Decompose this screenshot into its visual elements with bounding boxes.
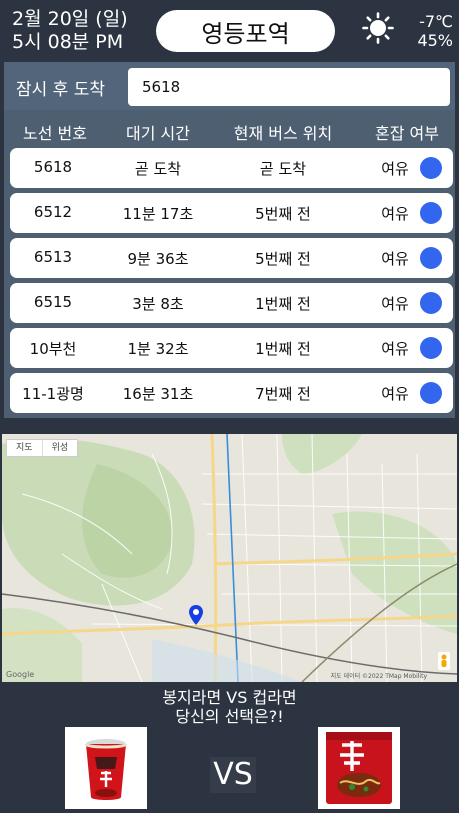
datetime: 2월 20일 (일) 5시 08분 PM xyxy=(12,8,128,54)
crowd-indicator-icon xyxy=(420,247,442,269)
bus-row[interactable]: 6513 9분 36초 5번째 전 여유 xyxy=(10,238,453,278)
location-pin-icon[interactable] xyxy=(189,605,203,625)
crowd-status: 여유 xyxy=(381,340,409,358)
crowd-indicator-icon xyxy=(420,157,442,179)
humidity: 45% xyxy=(417,31,453,50)
cup-noodle-icon xyxy=(65,727,147,809)
cup-ramen-image[interactable] xyxy=(65,727,147,809)
crowd-indicator-icon xyxy=(420,292,442,314)
temperature: -7℃ xyxy=(419,12,453,31)
ramen-package-icon xyxy=(318,727,400,809)
weather: -7℃ 45% xyxy=(417,12,453,50)
crowd-indicator-icon xyxy=(420,337,442,359)
bus-panel: 잠시 후 도착 5618 노선 번호 대기 시간 현재 버스 위치 혼잡 여부 … xyxy=(4,62,455,418)
column-headers: 노선 번호 대기 시간 현재 버스 위치 혼잡 여부 xyxy=(4,118,455,146)
wait-time: 11분 17초 xyxy=(122,205,194,223)
bus-row[interactable]: 6512 11분 17초 5번째 전 여유 xyxy=(10,193,453,233)
route-number: 5618 xyxy=(33,158,73,176)
column-header-route: 노선 번호 xyxy=(23,124,87,143)
map-tab-satellite[interactable]: 위성 xyxy=(41,440,78,456)
arrival-row: 잠시 후 도착 5618 xyxy=(4,62,455,110)
vs-label: VS xyxy=(210,757,256,793)
bus-location: 1번째 전 xyxy=(255,295,311,313)
map-tab-map[interactable]: 지도 xyxy=(7,440,42,456)
map-view[interactable]: 지도 위성 Google 지도 데이터 ©2022 TMap Mobility xyxy=(2,434,457,682)
column-header-wait: 대기 시간 xyxy=(126,124,190,143)
bus-location: 5번째 전 xyxy=(255,250,311,268)
crowd-status: 여유 xyxy=(381,205,409,223)
promo-line-2: 당신의 선택은?! xyxy=(175,707,284,726)
wait-time: 16분 31초 xyxy=(122,385,194,403)
crowd-status: 여유 xyxy=(381,385,409,403)
date-text: 2월 20일 (일) xyxy=(12,8,128,30)
arrival-label: 잠시 후 도착 xyxy=(16,80,106,100)
bus-location: 1번째 전 xyxy=(255,340,311,358)
route-number: 6512 xyxy=(33,203,73,221)
column-header-crowd: 혼잡 여부 xyxy=(375,124,439,143)
route-number: 11-1광명 xyxy=(22,385,84,403)
map-graphic xyxy=(2,434,457,682)
route-number: 10부천 xyxy=(29,340,77,358)
time-text: 5시 08분 PM xyxy=(12,31,124,53)
map-logo: Google xyxy=(6,670,35,679)
sun-icon xyxy=(362,12,394,44)
bus-location: 7번째 전 xyxy=(255,385,311,403)
pegman-icon[interactable] xyxy=(438,652,450,670)
bus-row[interactable]: 10부천 1분 32초 1번째 전 여유 xyxy=(10,328,453,368)
crowd-indicator-icon xyxy=(420,202,442,224)
bus-row[interactable]: 6515 3분 8초 1번째 전 여유 xyxy=(10,283,453,323)
crowd-indicator-icon xyxy=(420,382,442,404)
promo-line-1: 봉지라면 VS 컵라면 xyxy=(162,688,297,707)
wait-time: 곧 도착 xyxy=(134,160,182,178)
wait-time: 1분 32초 xyxy=(127,340,189,358)
station-name-button[interactable]: 영등포역 xyxy=(156,10,335,52)
arrival-value-field[interactable]: 5618 xyxy=(128,68,450,106)
map-type-tabs: 지도 위성 xyxy=(6,439,79,457)
crowd-status: 여유 xyxy=(381,160,409,178)
wait-time: 9분 36초 xyxy=(127,250,189,268)
bus-row[interactable]: 11-1광명 16분 31초 7번째 전 여유 xyxy=(10,373,453,413)
bag-ramen-image[interactable] xyxy=(318,727,400,809)
route-number: 6515 xyxy=(33,293,73,311)
promo-title: 봉지라면 VS 컵라면 당신의 선택은?! xyxy=(0,688,459,726)
header: 2월 20일 (일) 5시 08분 PM 영등포역 -7℃ 45% xyxy=(0,0,459,62)
route-number: 6513 xyxy=(33,248,73,266)
crowd-status: 여유 xyxy=(381,250,409,268)
map-attribution: 지도 데이터 ©2022 TMap Mobility xyxy=(330,673,427,680)
wait-time: 3분 8초 xyxy=(132,295,184,313)
bus-row[interactable]: 5618 곧 도착 곧 도착 여유 xyxy=(10,148,453,188)
crowd-status: 여유 xyxy=(381,295,409,313)
column-header-location: 현재 버스 위치 xyxy=(233,124,333,143)
bus-location: 5번째 전 xyxy=(255,205,311,223)
bus-location: 곧 도착 xyxy=(259,160,307,178)
